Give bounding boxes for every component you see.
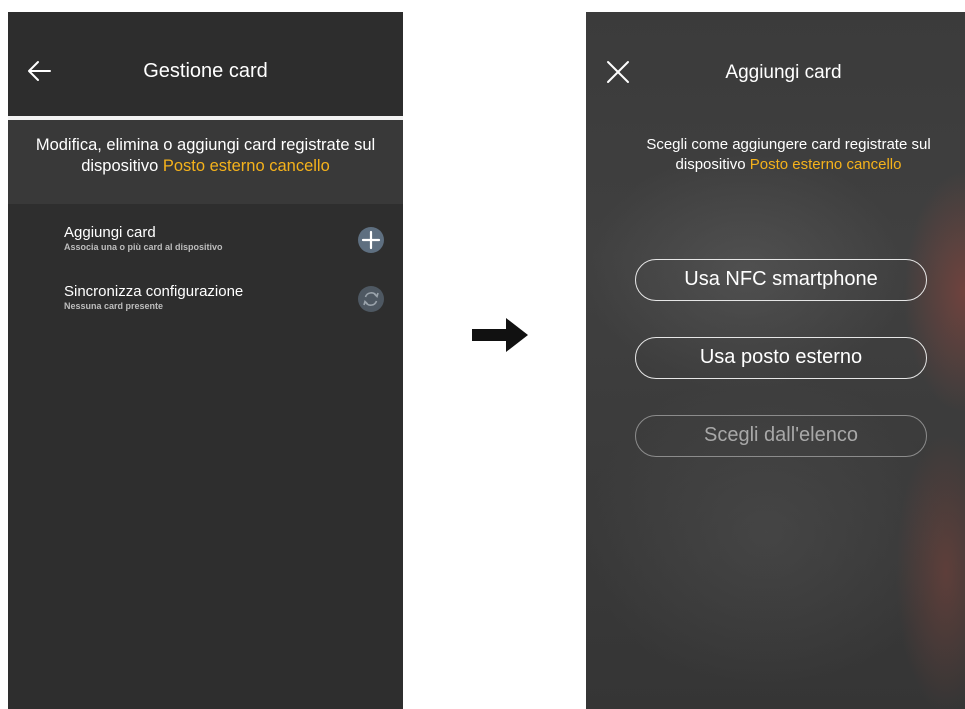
device-name: Posto esterno cancello [749, 156, 902, 173]
sync-button[interactable] [358, 286, 384, 312]
list-item-sincronizza[interactable]: Sincronizza configurazione Nessuna card … [64, 283, 384, 312]
choose-from-list-button: Scegli dall'elenco [635, 415, 927, 457]
list-item-subtitle: Associa una o più card al dispositivo [64, 242, 223, 252]
device-name: Posto esterno cancello [162, 157, 330, 175]
list-item-aggiungi-card[interactable]: Aggiungi card Associa una o più card al … [64, 224, 384, 253]
list-item-subtitle: Nessuna card presente [64, 301, 164, 311]
sync-icon [363, 292, 379, 306]
list-item-title: Sincronizza configurazione [64, 283, 244, 300]
page-title: Gestione card [143, 60, 268, 82]
use-nfc-smartphone-button[interactable]: Usa NFC smartphone [635, 259, 927, 301]
use-outdoor-station-button[interactable]: Usa posto esterno [635, 337, 927, 379]
list-item-title: Aggiungi card [64, 224, 156, 241]
gestione-card-screen: Gestione card Modifica, elimina o aggiun… [8, 12, 403, 709]
page-description: Modifica, elimina o aggiungi card regist… [8, 135, 403, 177]
app-header: Gestione card [8, 12, 403, 116]
page-title: Aggiungi card [725, 62, 842, 83]
plus-icon [361, 230, 381, 250]
aggiungi-card-screen: Aggiungi card Scegli come aggiungere car… [586, 12, 965, 709]
page-description: Scegli come aggiungere card registrate s… [610, 135, 965, 175]
right-arrow-icon [472, 318, 528, 352]
add-card-button[interactable] [358, 227, 384, 253]
